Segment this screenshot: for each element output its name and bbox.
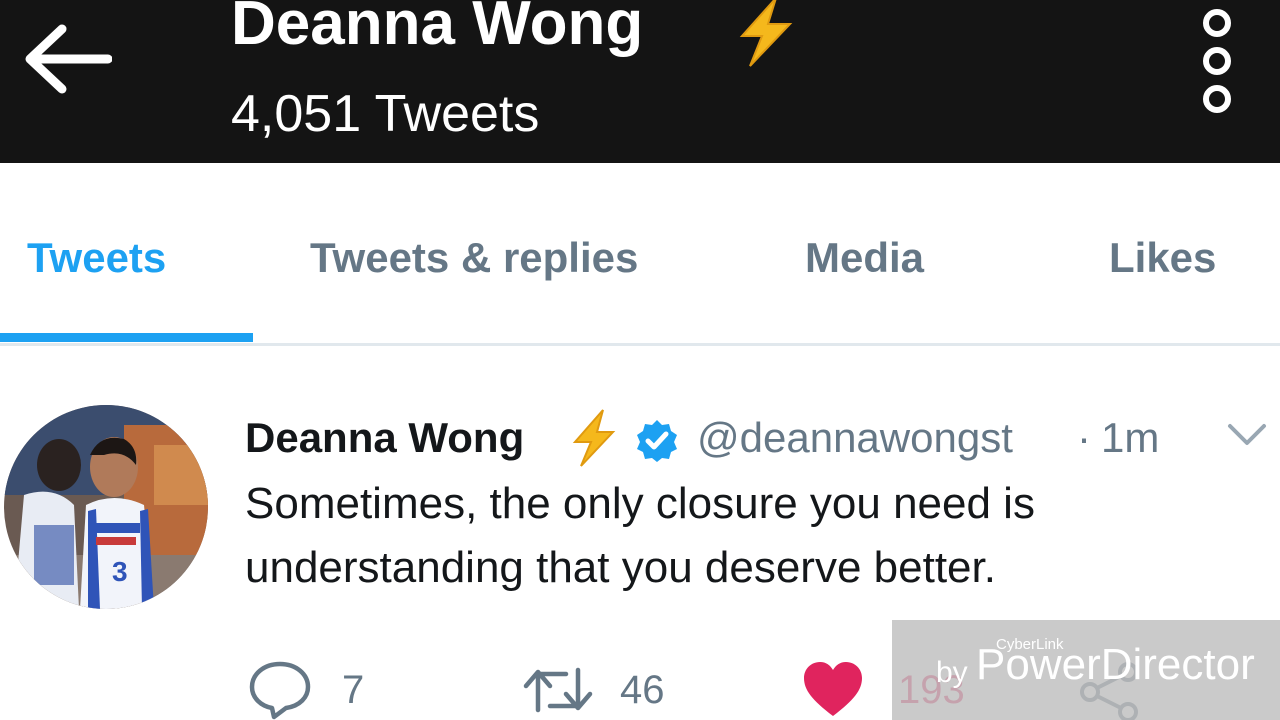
tab-divider	[0, 343, 1280, 346]
avatar-photo: 3	[4, 405, 208, 609]
retweet-button[interactable]: 46	[522, 660, 672, 720]
tab-likes[interactable]: Likes	[1109, 233, 1216, 283]
tab-tweets[interactable]: Tweets	[27, 233, 166, 283]
tab-media[interactable]: Media	[805, 233, 924, 283]
watermark-by: by	[936, 656, 968, 689]
retweet-count: 46	[620, 668, 665, 712]
tweet-author-name[interactable]: Deanna Wong	[245, 410, 524, 466]
profile-header: Deanna Wong 4,051 Tweets	[0, 0, 1280, 163]
tab-tweets-replies[interactable]: Tweets & replies	[310, 233, 638, 283]
reply-count: 7	[342, 668, 365, 712]
chevron-down-icon	[1228, 424, 1266, 445]
lightning-bolt-icon	[572, 409, 616, 467]
watermark-product: PowerDirector	[976, 640, 1255, 689]
tweet-menu-button[interactable]	[1226, 420, 1268, 450]
tweet-author-handle[interactable]: @deannawongst	[697, 410, 1013, 466]
verified-badge-icon	[637, 420, 677, 462]
reply-button[interactable]: 7	[248, 660, 378, 720]
svg-text:3: 3	[112, 556, 128, 587]
lightning-bolt-icon	[739, 0, 793, 67]
retweet-icon	[523, 667, 593, 713]
profile-tabs: Tweets Tweets & replies Media Likes	[0, 163, 1280, 348]
tweet-timestamp[interactable]: 1m	[1101, 410, 1159, 466]
avatar[interactable]: 3	[4, 405, 208, 609]
vertical-dots-icon	[1203, 9, 1231, 113]
heart-icon	[804, 662, 862, 716]
more-options-button[interactable]	[1195, 8, 1239, 114]
tweet-text: Sometimes, the only closure you need is …	[245, 479, 1035, 592]
tweet-count: 4,051 Tweets	[231, 85, 540, 143]
arrow-left-icon	[25, 24, 113, 94]
back-button[interactable]	[22, 22, 113, 97]
reply-icon	[249, 661, 311, 720]
active-tab-indicator	[0, 333, 253, 342]
video-watermark: CyberLink by PowerDirector	[892, 620, 1280, 720]
profile-name: Deanna Wong	[231, 0, 644, 58]
separator-dot: ·	[1077, 414, 1091, 461]
